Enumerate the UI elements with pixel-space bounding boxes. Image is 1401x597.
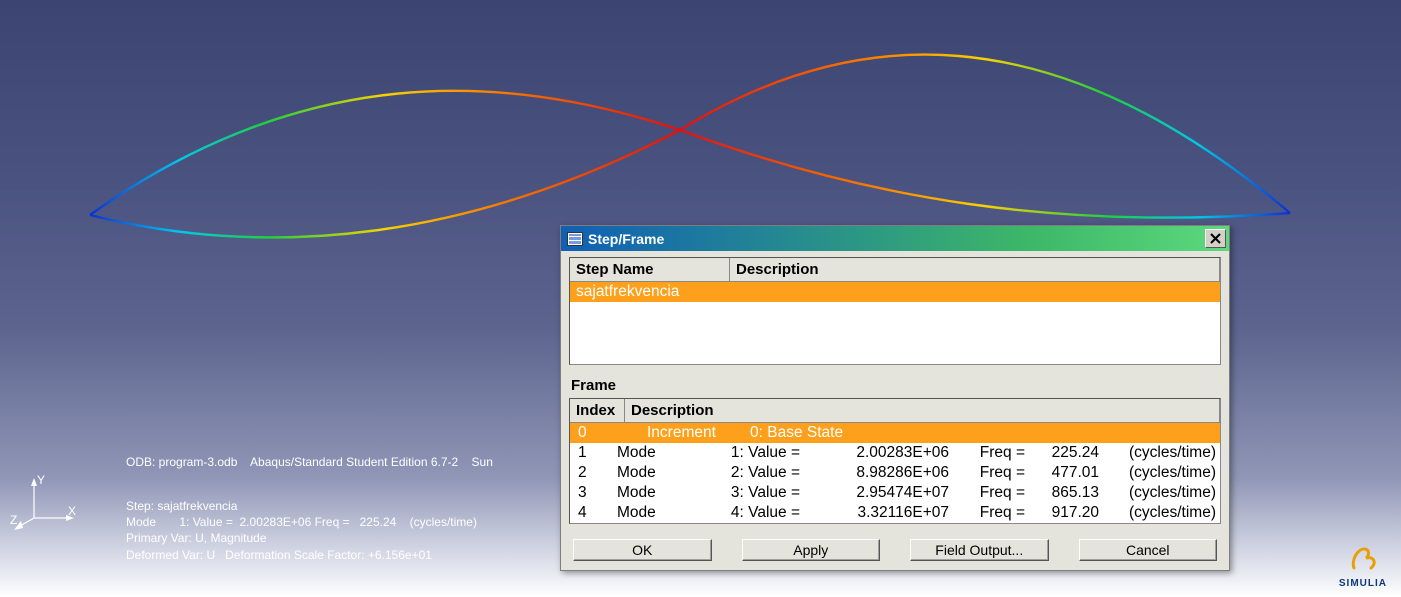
frame-row[interactable]: 3 Mode 3: Value = 2.95474E+07 Freq = 865… bbox=[570, 483, 1220, 503]
close-button[interactable] bbox=[1205, 229, 1226, 248]
dialog-icon bbox=[567, 232, 583, 246]
field-output-button[interactable]: Field Output... bbox=[910, 539, 1049, 561]
step-info-text: Step: sajatfrekvencia Mode 1: Value = 2.… bbox=[126, 498, 477, 563]
frame-row[interactable]: 0 Increment 0: Base State bbox=[570, 423, 1220, 443]
view-triad: Y X Z bbox=[10, 470, 80, 540]
axis-z-label: Z bbox=[10, 513, 17, 527]
step-frame-dialog: Step/Frame Step Name Description sajatfr… bbox=[560, 225, 1230, 571]
apply-button[interactable]: Apply bbox=[742, 539, 881, 561]
step-col-desc[interactable]: Description bbox=[730, 258, 1220, 281]
dialog-title-text: Step/Frame bbox=[588, 231, 664, 247]
step-name-cell: sajatfrekvencia bbox=[574, 282, 730, 302]
cancel-button[interactable]: Cancel bbox=[1079, 539, 1218, 561]
step-row[interactable]: sajatfrekvencia bbox=[570, 282, 1220, 302]
step-col-name[interactable]: Step Name bbox=[570, 258, 730, 281]
ok-button[interactable]: OK bbox=[573, 539, 712, 561]
odb-info-text: ODB: program-3.odb Abaqus/Standard Stude… bbox=[126, 454, 493, 470]
close-icon bbox=[1210, 233, 1221, 244]
frame-row[interactable]: 2 Mode 2: Value = 8.98286E+06 Freq = 477… bbox=[570, 463, 1220, 483]
frame-section-label: Frame bbox=[571, 377, 1221, 394]
dialog-titlebar[interactable]: Step/Frame bbox=[561, 226, 1229, 251]
frame-col-desc[interactable]: Description bbox=[625, 399, 1220, 422]
frame-row[interactable]: 4 Mode 4: Value = 3.32116E+07 Freq = 917… bbox=[570, 503, 1220, 523]
step-table: Step Name Description sajatfrekvencia bbox=[569, 257, 1221, 365]
axis-x-label: X bbox=[68, 504, 76, 518]
simulia-logo: SIMULIA bbox=[1339, 546, 1387, 591]
frame-table: Index Description 0 Increment 0: Base St… bbox=[569, 398, 1221, 524]
frame-col-index[interactable]: Index bbox=[570, 399, 625, 422]
frame-row[interactable]: 1 Mode 1: Value = 2.00283E+06 Freq = 225… bbox=[570, 443, 1220, 463]
axis-y-label: Y bbox=[37, 473, 45, 487]
